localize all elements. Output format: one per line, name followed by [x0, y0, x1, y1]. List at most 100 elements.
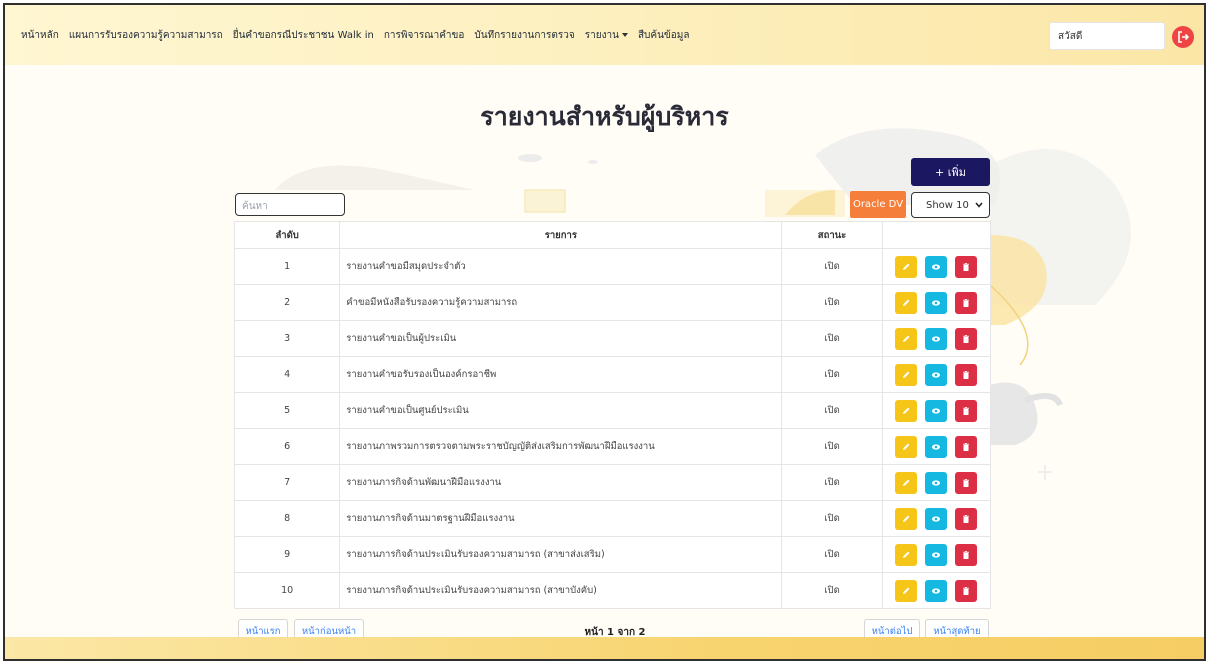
nav-reports-label: รายงาน — [584, 29, 619, 41]
eye-icon[interactable] — [925, 435, 948, 458]
trash-icon[interactable] — [955, 291, 978, 314]
eye-icon[interactable] — [925, 363, 948, 386]
edit-icon[interactable] — [895, 255, 918, 278]
app-frame: หน้าหลัก แผนการรับรองความรู้ความสามารถ ย… — [3, 3, 1206, 661]
row-number: 10 — [233, 572, 341, 609]
nav-search-data[interactable]: สืบค้นข้อมูล — [638, 28, 690, 43]
edit-icon[interactable] — [895, 291, 918, 314]
eye-icon[interactable] — [925, 543, 948, 566]
table-header-row: ลำดับ รายการ สถานะ — [233, 221, 992, 249]
edit-icon[interactable] — [895, 471, 918, 494]
row-action-group — [883, 291, 990, 314]
table-row: 8 รายงานภารกิจด้านมาตรฐานฝีมือแรงงาน เปิด — [233, 500, 992, 537]
row-status: เปิด — [781, 320, 883, 357]
row-actions — [881, 392, 992, 429]
trash-icon[interactable] — [955, 471, 978, 494]
trash-icon[interactable] — [955, 327, 978, 350]
row-title: รายงานคำขอเป็นศูนย์ประเมิน — [339, 392, 783, 429]
row-actions — [881, 284, 992, 321]
row-title: รายงานภารกิจด้านประเมินรับรองความสามารถ … — [339, 572, 783, 609]
row-title: รายงานภารกิจด้านประเมินรับรองความสามารถ … — [339, 536, 783, 573]
row-title: รายงานภารกิจด้านมาตรฐานฝีมือแรงงาน — [339, 500, 783, 537]
row-actions — [881, 428, 992, 465]
nav-certification-plan[interactable]: แผนการรับรองความรู้ความสามารถ — [69, 28, 223, 43]
row-title: รายงานคำขอเป็นผู้ประเมิน — [339, 320, 783, 357]
row-number: 9 — [233, 536, 341, 573]
logout-arrow-icon — [1178, 31, 1189, 43]
row-number: 4 — [233, 356, 341, 393]
search-input[interactable]: ค้นหา — [235, 193, 345, 216]
table-row: 5 รายงานคำขอเป็นศูนย์ประเมิน เปิด — [233, 392, 992, 429]
trash-icon[interactable] — [955, 399, 978, 422]
row-action-group — [883, 363, 990, 386]
nav-inspection-record[interactable]: บันทึกรายงานการตรวจ — [474, 28, 574, 43]
page-size-select[interactable]: Show 10 — [911, 192, 990, 218]
trash-icon[interactable] — [955, 255, 978, 278]
nav-home[interactable]: หน้าหลัก — [21, 28, 59, 43]
eye-icon[interactable] — [925, 399, 948, 422]
logout-icon[interactable] — [1172, 26, 1194, 48]
row-actions — [881, 464, 992, 501]
eye-icon[interactable] — [925, 291, 948, 314]
row-status: เปิด — [781, 428, 883, 465]
edit-icon[interactable] — [895, 435, 918, 458]
row-actions — [881, 356, 992, 393]
eye-icon[interactable] — [925, 327, 948, 350]
row-title: รายงานภารกิจด้านพัฒนาฝีมือแรงงาน — [339, 464, 783, 501]
edit-icon[interactable] — [895, 507, 918, 530]
table-row: 10 รายงานภารกิจด้านประเมินรับรองความสามาร… — [233, 572, 992, 609]
row-action-group — [883, 471, 990, 494]
header-title: รายการ — [339, 221, 783, 249]
nav-walk-in-request[interactable]: ยื่นคำขอกรณีประชาชน Walk in — [233, 28, 374, 43]
table-row: 4 รายงานคำขอรับรองเป็นองค์กรอาชีพ เปิด — [233, 356, 992, 393]
nav-reports-dropdown[interactable]: รายงาน — [585, 28, 628, 43]
page-size-value: Show 10 — [926, 199, 969, 211]
trash-icon[interactable] — [955, 543, 978, 566]
row-action-group — [883, 327, 990, 350]
edit-icon[interactable] — [895, 579, 918, 602]
row-number: 6 — [233, 428, 341, 465]
chevron-down-icon — [975, 202, 983, 208]
table-row: 7 รายงานภารกิจด้านพัฒนาฝีมือแรงงาน เปิด — [233, 464, 992, 501]
row-action-group — [883, 255, 990, 278]
edit-icon[interactable] — [895, 399, 918, 422]
table-row: 3 รายงานคำขอเป็นผู้ประเมิน เปิด — [233, 320, 992, 357]
row-status: เปิด — [781, 500, 883, 537]
edit-icon[interactable] — [895, 327, 918, 350]
row-action-group — [883, 435, 990, 458]
greeting-box: สวัสดี — [1049, 22, 1165, 50]
row-action-group — [883, 543, 990, 566]
row-status: เปิด — [781, 392, 883, 429]
oracle-dv-button[interactable]: Oracle DV — [850, 191, 906, 218]
add-button[interactable]: + เพิ่ม — [911, 158, 990, 186]
trash-icon[interactable] — [955, 435, 978, 458]
trash-icon[interactable] — [955, 363, 978, 386]
row-number: 1 — [233, 248, 341, 285]
edit-icon[interactable] — [895, 543, 918, 566]
row-number: 8 — [233, 500, 341, 537]
top-navbar: หน้าหลัก แผนการรับรองความรู้ความสามารถ ย… — [5, 5, 1204, 65]
trash-icon[interactable] — [955, 579, 978, 602]
row-actions — [881, 320, 992, 357]
header-actions — [881, 221, 992, 249]
row-number: 5 — [233, 392, 341, 429]
row-status: เปิด — [781, 572, 883, 609]
eye-icon[interactable] — [925, 255, 948, 278]
row-status: เปิด — [781, 536, 883, 573]
row-status: เปิด — [781, 356, 883, 393]
eye-icon[interactable] — [925, 471, 948, 494]
header-status: สถานะ — [781, 221, 883, 249]
report-table: ลำดับ รายการ สถานะ 1 รายงานคำขอมีสมุดประจ… — [233, 221, 992, 609]
row-number: 7 — [233, 464, 341, 501]
trash-icon[interactable] — [955, 507, 978, 530]
row-status: เปิด — [781, 284, 883, 321]
edit-icon[interactable] — [895, 363, 918, 386]
nav-request-review[interactable]: การพิจารณาคำขอ — [384, 28, 465, 43]
row-status: เปิด — [781, 464, 883, 501]
table-row: 9 รายงานภารกิจด้านประเมินรับรองความสามารถ… — [233, 536, 992, 573]
row-number: 2 — [233, 284, 341, 321]
eye-icon[interactable] — [925, 579, 948, 602]
table-row: 6 รายงานภาพรวมการตรวจตามพระราชบัญญัติส่งเ… — [233, 428, 992, 465]
footer-bar — [5, 637, 1204, 659]
eye-icon[interactable] — [925, 507, 948, 530]
